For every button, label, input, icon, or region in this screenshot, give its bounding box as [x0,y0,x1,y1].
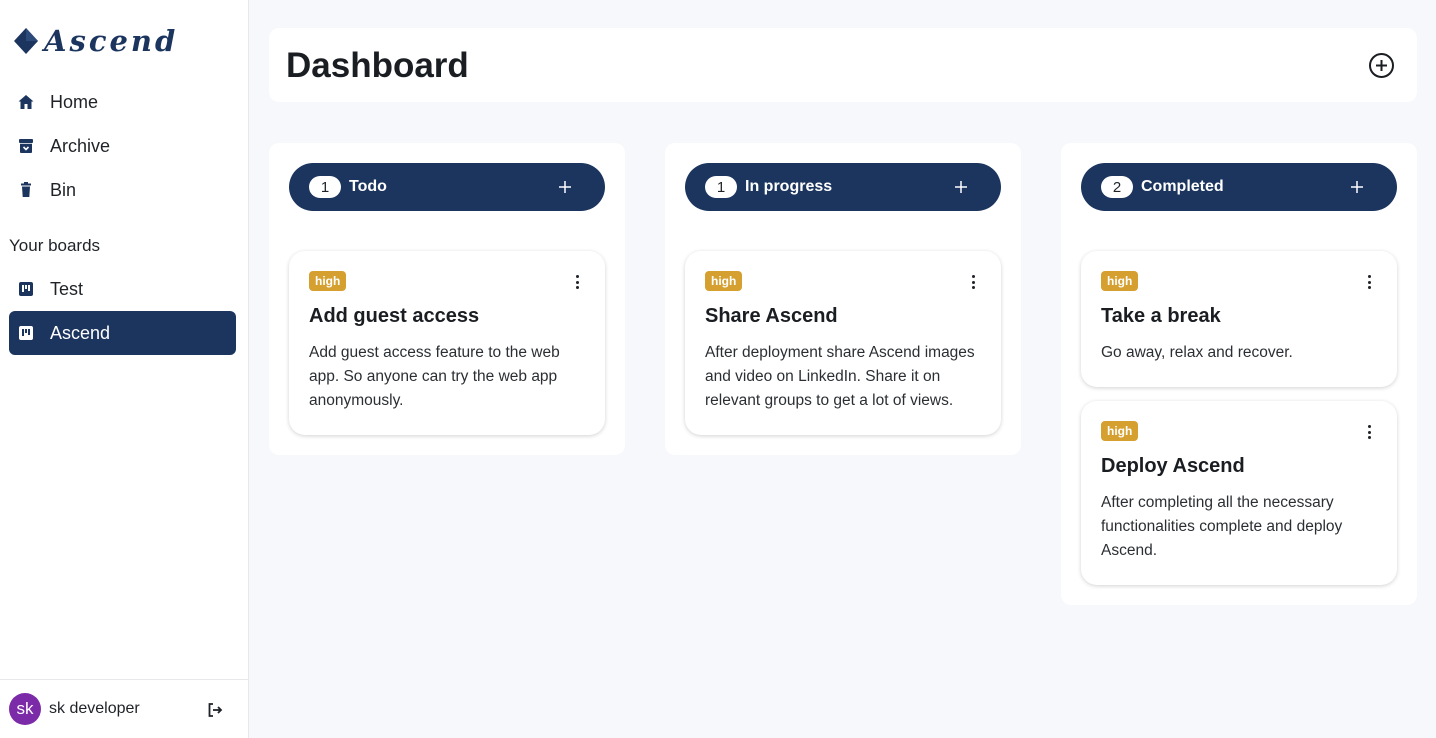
card-description: After deployment share Ascend images and… [705,344,975,409]
task-card[interactable]: high Deploy Ascend After completing all … [1081,401,1397,585]
task-card[interactable]: high Share Ascend After deployment share… [685,251,1001,435]
board-item-test[interactable]: Test [9,267,236,311]
column-header: 2 Completed [1081,163,1397,211]
card-title: Add guest access [309,305,480,327]
main-nav: Home Archive Bin [9,80,236,212]
card-count-badge: 1 [309,176,341,198]
column-todo: 1 Todo high Add guest access Add guest a… [269,143,625,455]
card-count-badge: 2 [1101,176,1133,198]
app-logo[interactable]: Ascend [12,24,178,58]
plus-icon[interactable] [953,179,969,195]
column-title: In progress [745,178,833,195]
trash-icon [17,181,35,199]
card-description: After completing all the necessary funct… [1101,494,1343,559]
board-item-label: Ascend [50,322,111,343]
card-list: high Add guest access Add guest access f… [289,251,605,435]
page-title: Dashboard [286,46,469,85]
boards-section-title: Your boards [9,236,101,255]
column-title: Completed [1141,178,1224,195]
card-list: high Share Ascend After deployment share… [685,251,1001,435]
nav-item-archive[interactable]: Archive [9,124,236,168]
priority-badge: high [1101,271,1139,291]
board-item-label: Test [50,278,84,299]
card-title: Share Ascend [705,305,838,327]
card-description: Add guest access feature to the web app.… [309,344,560,409]
more-options-icon[interactable] [1363,425,1375,439]
boards-nav: Test Ascend [9,267,236,355]
logo-text: Ascend [44,24,179,58]
nav-item-home[interactable]: Home [9,80,236,124]
sidebar: Ascend Home Archive Bin Your boards Test… [0,0,249,738]
nav-item-label: Archive [50,135,111,156]
user-name: sk developer [49,700,140,717]
column-completed: 2 Completed high Take a break Go away, r… [1061,143,1417,605]
card-title: Take a break [1101,305,1221,327]
column-title: Todo [349,178,387,195]
user-bar: sk sk developer [0,679,248,738]
task-card[interactable]: high Take a break Go away, relax and rec… [1081,251,1397,387]
card-description: Go away, relax and recover. [1101,344,1293,361]
more-options-icon[interactable] [1363,275,1375,289]
page-header: Dashboard [269,28,1417,102]
column-in-progress: 1 In progress high Share Ascend After de… [665,143,1021,455]
task-card[interactable]: high Add guest access Add guest access f… [289,251,605,435]
more-options-icon[interactable] [967,275,979,289]
card-list: high Take a break Go away, relax and rec… [1081,251,1397,585]
board-item-ascend[interactable]: Ascend [9,311,236,355]
board-icon [17,324,35,342]
more-options-icon[interactable] [571,275,583,289]
archive-icon [17,137,35,155]
avatar[interactable]: sk [9,693,41,725]
add-circle-icon[interactable] [1368,52,1395,79]
board-icon [17,280,35,298]
home-icon [17,93,35,111]
nav-item-label: Bin [50,179,77,200]
plus-icon[interactable] [557,179,573,195]
priority-badge: high [705,271,743,291]
card-count-badge: 1 [705,176,737,198]
plus-icon[interactable] [1349,179,1365,195]
diamond-logo-icon [14,28,38,54]
card-title: Deploy Ascend [1101,455,1245,477]
priority-badge: high [309,271,347,291]
nav-item-bin[interactable]: Bin [9,168,236,212]
priority-badge: high [1101,421,1139,441]
nav-item-label: Home [50,91,99,112]
column-header: 1 In progress [685,163,1001,211]
logout-icon[interactable] [206,701,224,719]
column-header: 1 Todo [289,163,605,211]
